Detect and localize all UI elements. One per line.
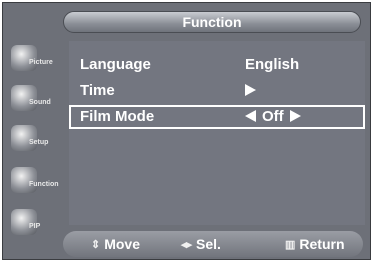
menu-item-label: Film Mode: [80, 108, 155, 125]
sidebar-item-label: Setup: [29, 139, 49, 146]
menu-content: Language English Time Film Mode Off: [69, 41, 365, 225]
hint-move-label: Move: [104, 236, 141, 252]
sidebar: Picture Sound Setup Function PIP: [9, 31, 67, 235]
sidebar-item-function[interactable]: Function: [9, 163, 67, 199]
menu-item-language[interactable]: Language English: [69, 53, 365, 77]
menu-item-time[interactable]: Time: [69, 79, 365, 103]
menu-item-film-mode[interactable]: Film Mode Off: [69, 105, 365, 129]
up-down-icon: ⇕: [91, 239, 101, 251]
function-icon: [11, 167, 37, 193]
arrow-right-icon: [245, 84, 256, 96]
sidebar-item-picture[interactable]: Picture: [9, 41, 67, 77]
menu-item-value: Off: [262, 108, 284, 125]
arrow-left-icon[interactable]: [245, 110, 256, 122]
sound-icon: [11, 85, 37, 111]
return-icon: ▥: [285, 239, 296, 251]
pip-icon: [11, 209, 37, 235]
hint-select: ◂▸ Sel.: [181, 236, 221, 252]
tv-osd-frame: Function Picture Sound Setup Function PI…: [2, 2, 371, 260]
arrow-right-icon[interactable]: [289, 110, 301, 122]
submenu-arrow: [245, 82, 256, 99]
sidebar-item-label: Picture: [29, 59, 53, 66]
setup-icon: [11, 125, 37, 151]
menu-item-label: Time: [80, 82, 115, 99]
hint-return: ▥ Return: [285, 236, 345, 252]
picture-icon: [11, 45, 37, 71]
hint-move: ⇕ Move: [91, 236, 140, 252]
film-mode-selector[interactable]: Off: [245, 108, 301, 125]
hint-select-label: Sel.: [196, 236, 221, 252]
sidebar-item-label: PIP: [29, 223, 41, 230]
menu-item-label: Language: [80, 56, 151, 73]
sidebar-item-pip[interactable]: PIP: [9, 205, 67, 241]
sidebar-item-label: Function: [29, 181, 59, 188]
menu-item-value: English: [245, 56, 300, 73]
sidebar-item-setup[interactable]: Setup: [9, 121, 67, 157]
left-right-icon: ◂▸: [181, 239, 193, 251]
sidebar-item-label: Sound: [29, 99, 51, 106]
hint-return-label: Return: [299, 236, 345, 252]
footer-hints: ⇕ Move ◂▸ Sel. ▥ Return: [63, 231, 363, 257]
menu-title: Function: [63, 11, 361, 33]
sidebar-item-sound[interactable]: Sound: [9, 81, 67, 117]
